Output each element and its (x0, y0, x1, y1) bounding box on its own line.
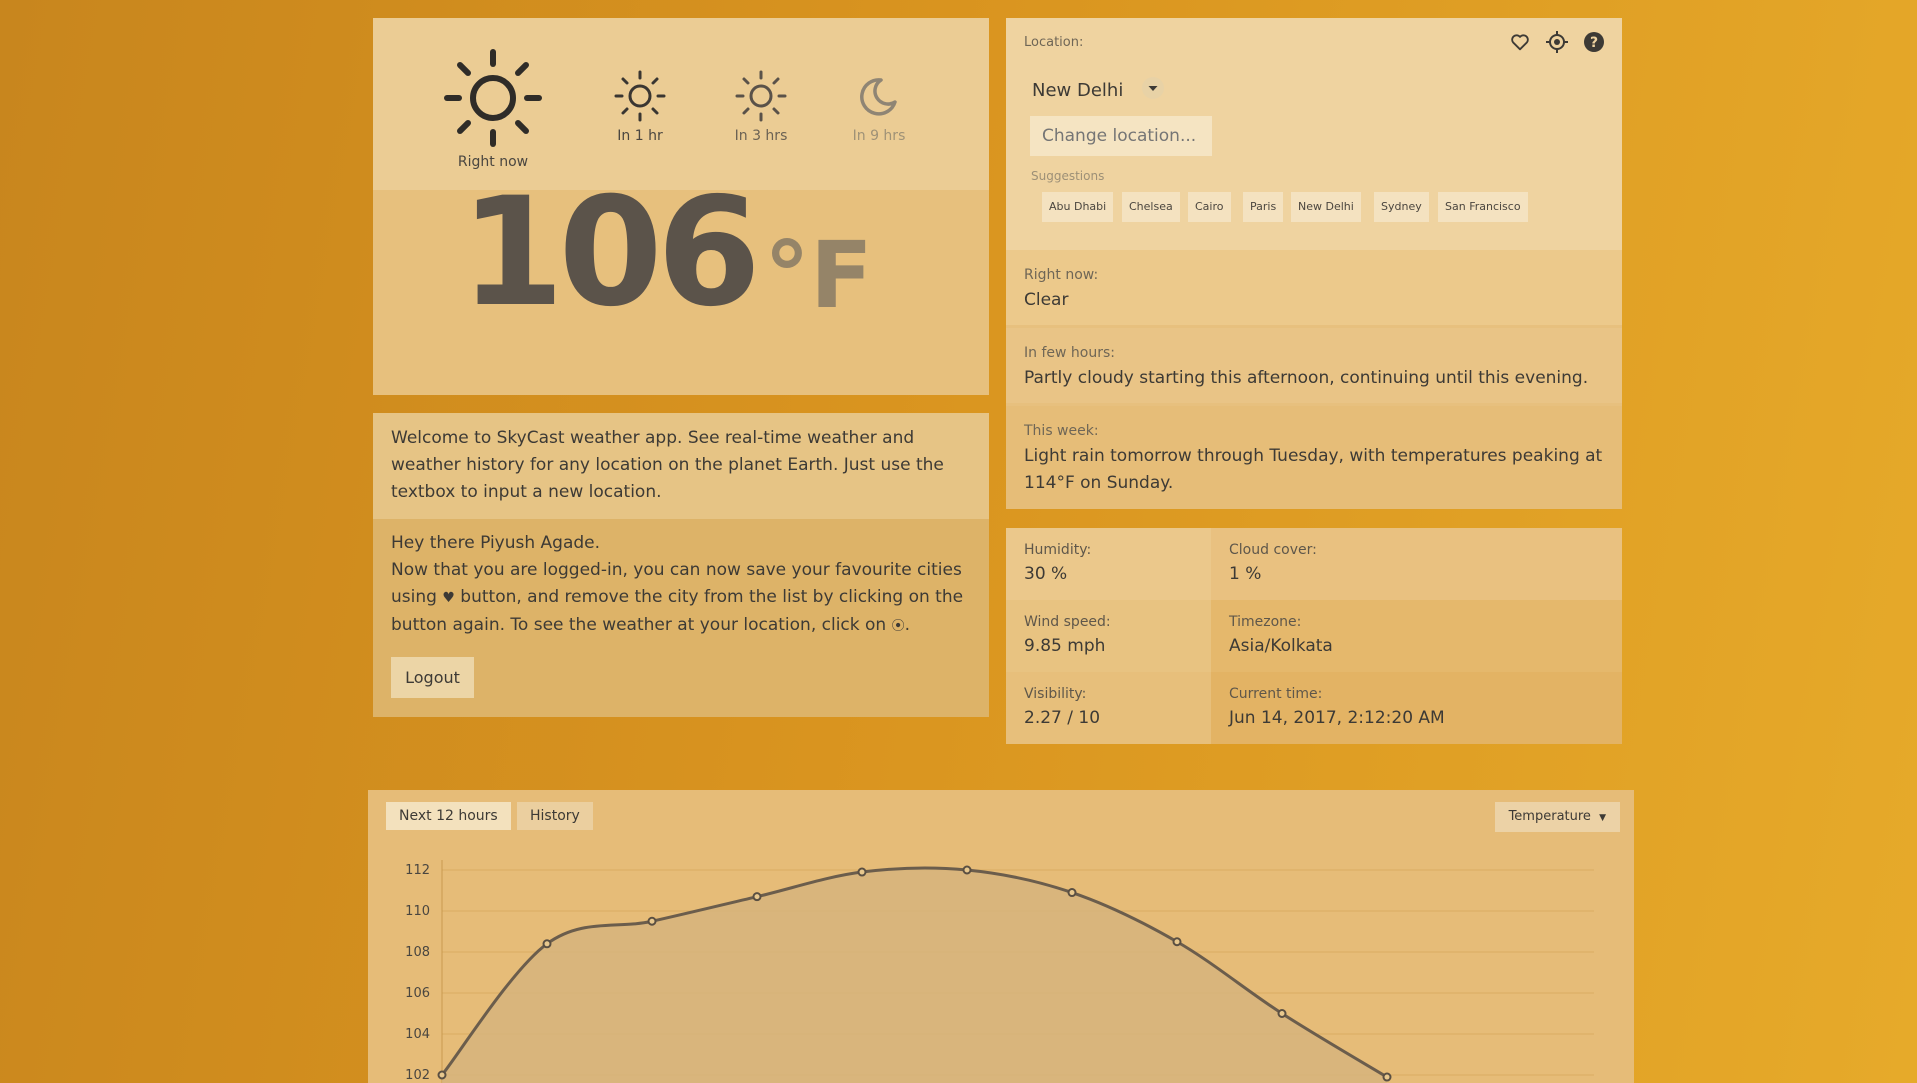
summary-now-label: Right now: (1024, 267, 1099, 283)
humidity-label: Humidity: (1024, 542, 1092, 558)
summary-now: Right now: Clear (1006, 250, 1622, 325)
chart-data-point[interactable] (437, 1070, 447, 1080)
wind-speed-cell: Wind speed: 9.85 mph (1006, 600, 1211, 672)
chart-data-point[interactable] (752, 892, 762, 902)
summary-week-text: Light rain tomorrow through Tuesday, wit… (1024, 446, 1603, 493)
forecast-slot-label: In 3 hrs (734, 128, 788, 144)
suggestion-chip[interactable]: Chelsea (1122, 192, 1180, 222)
wind-speed-value: 9.85 mph (1024, 636, 1106, 656)
sun-icon (614, 70, 666, 122)
location-section: Location: ? New Delhi Suggestions Abu Dh… (1006, 18, 1622, 250)
chart-data-point[interactable] (1067, 888, 1077, 898)
current-time-value: Jun 14, 2017, 2:12:20 AM (1229, 708, 1445, 728)
chart-data-point[interactable] (647, 916, 657, 926)
chevron-down-icon (1148, 86, 1158, 91)
summary-hours-text: Partly cloudy starting this afternoon, c… (1024, 368, 1589, 388)
y-tick-label: 104 (405, 1027, 430, 1042)
suggestion-chip[interactable]: San Francisco (1438, 192, 1528, 222)
chart-panel: Next 12 hours History Temperature ▼ 112 1… (368, 790, 1634, 1083)
location-panel: Location: ? New Delhi Suggestions Abu Dh… (1006, 18, 1622, 509)
suggestion-chip[interactable]: Abu Dhabi (1042, 192, 1114, 222)
summary-hours: In few hours: Partly cloudy starting thi… (1006, 328, 1622, 403)
message-text: . (904, 615, 911, 635)
moon-icon (860, 78, 897, 116)
cloud-cover-value: 1 % (1229, 564, 1262, 584)
chart-data-point[interactable] (1277, 1009, 1287, 1018)
sun-icon (735, 70, 787, 122)
locate-icon: ⦿ (891, 619, 905, 634)
sun-icon (444, 49, 542, 147)
y-tick-label: 110 (405, 904, 430, 919)
forecast-slot-label: In 1 hr (617, 128, 663, 144)
help-icon[interactable]: ? (1582, 30, 1606, 54)
locate-icon[interactable] (1545, 30, 1569, 54)
forecast-slot-1hr[interactable]: In 1 hr (580, 68, 700, 144)
location-label: Location: (1024, 35, 1084, 50)
forecast-slot-9hrs[interactable]: In 9 hrs (819, 68, 939, 144)
suggestion-chip[interactable]: Sydney (1374, 192, 1429, 222)
humidity-value: 30 % (1024, 564, 1068, 584)
user-message: Hey there Piyush Agade. Now that you are… (391, 530, 971, 640)
y-tick-label: 108 (405, 945, 430, 960)
current-temperature: 106 (460, 166, 761, 340)
svg-text:?: ? (1590, 35, 1598, 51)
timezone-value: Asia/Kolkata (1229, 636, 1333, 656)
chart-data-point[interactable] (962, 865, 972, 875)
y-tick-label: 112 (405, 863, 430, 878)
forecast-now[interactable]: Right now (433, 46, 553, 170)
humidity-cell: Humidity: 30 % (1006, 528, 1211, 600)
logout-button[interactable]: Logout (391, 657, 474, 698)
selected-city[interactable]: New Delhi (1032, 80, 1123, 101)
current-time-cell: Current time: Jun 14, 2017, 2:12:20 AM (1211, 672, 1622, 744)
visibility-value: 2.27 / 10 (1024, 708, 1101, 728)
suggestion-chip[interactable]: New Delhi (1291, 192, 1361, 222)
welcome-intro-section: Welcome to SkyCast weather app. See real… (373, 413, 989, 519)
forecast-slot-label: In 9 hrs (852, 128, 906, 144)
chart-data-point[interactable] (542, 939, 552, 949)
wind-speed-label: Wind speed: (1024, 614, 1111, 630)
forecast-slot-3hrs[interactable]: In 3 hrs (701, 68, 821, 144)
summary-week-label: This week: (1024, 423, 1099, 439)
visibility-cell: Visibility: 2.27 / 10 (1006, 672, 1211, 744)
heart-icon[interactable] (1509, 31, 1531, 53)
suggestion-chip[interactable]: Paris (1243, 192, 1284, 222)
chart-data-point[interactable] (1382, 1072, 1392, 1082)
welcome-intro-text: Welcome to SkyCast weather app. See real… (391, 428, 944, 502)
temperature-unit-toggle[interactable]: °F (764, 230, 873, 322)
summary-now-text: Clear (1024, 290, 1069, 310)
cloud-cover-cell: Cloud cover: 1 % (1211, 528, 1622, 600)
change-location-input[interactable] (1030, 116, 1212, 156)
details-panel: Humidity: 30 % Cloud cover: 1 % Wind spe… (1006, 528, 1622, 744)
summary-week: This week: Light rain tomorrow through T… (1006, 406, 1622, 509)
timezone-cell: Timezone: Asia/Kolkata (1211, 600, 1622, 672)
summary-hours-label: In few hours: (1024, 345, 1115, 361)
forecast-icons-strip: Right now In 1 hr In 3 hrs In 9 hrs (373, 18, 989, 190)
city-dropdown-toggle[interactable] (1142, 77, 1164, 99)
chart-data-point[interactable] (857, 867, 867, 877)
y-tick-label: 106 (405, 986, 430, 1001)
cloud-cover-label: Cloud cover: (1229, 542, 1317, 558)
current-time-label: Current time: (1229, 686, 1323, 702)
suggestion-chip[interactable]: Cairo (1188, 192, 1231, 222)
heart-icon: ♥ (442, 590, 455, 606)
message-text: button, and remove the city from the lis… (391, 587, 964, 635)
y-tick-label: 102 (405, 1068, 430, 1083)
greeting-text: Hey there Piyush Agade. (391, 533, 601, 553)
temperature-chart: 112 110 108 106 104 102 (405, 860, 1594, 1083)
timezone-label: Timezone: (1229, 614, 1302, 630)
chart-area-fill (442, 867, 1387, 1083)
welcome-panel: Welcome to SkyCast weather app. See real… (373, 413, 989, 717)
chart-data-point[interactable] (1172, 937, 1182, 947)
suggestions-label: Suggestions (1031, 169, 1105, 183)
visibility-label: Visibility: (1024, 686, 1087, 702)
